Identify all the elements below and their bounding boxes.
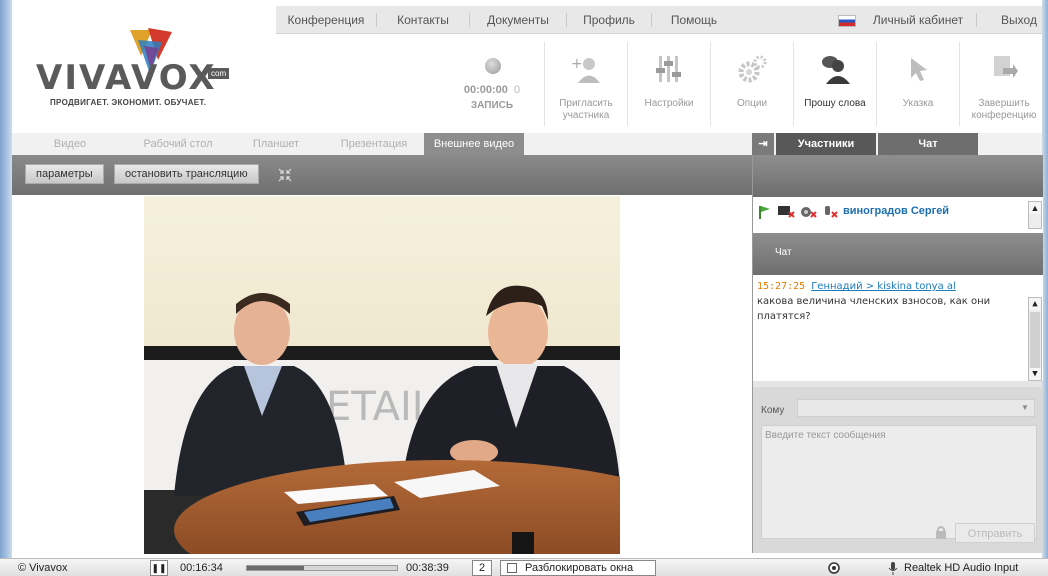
chat-messages: 15:27:25 Геннадий > kiskina tonya al как… <box>753 275 1043 381</box>
chevron-down-icon[interactable]: ▼ <box>1018 402 1032 414</box>
recording-timer: 00:00:00 0 <box>463 84 521 96</box>
window-frame-left <box>0 0 12 558</box>
russia-flag-icon[interactable] <box>838 15 856 27</box>
video-toolbar: параметры остановить трансляцию <box>12 155 752 195</box>
tab-external-video[interactable]: Внешнее видео <box>424 133 524 155</box>
side-tabs: ⇥ Участники Чат <box>752 133 1042 155</box>
cursor-arrow-icon <box>911 58 927 81</box>
nav-profile[interactable]: Профиль <box>567 6 651 34</box>
end-conference-button[interactable]: Завершить конференцию <box>963 44 1045 124</box>
checkbox[interactable] <box>507 563 517 573</box>
unlock-windows-toggle[interactable]: Разблокировать окна <box>500 560 656 576</box>
tab-desktop[interactable]: Рабочий стол <box>128 133 228 155</box>
tab-tablet[interactable]: Планшет <box>228 133 324 155</box>
vivavox-logo: VIVAVOX com ПРОДВИГАЕТ. ЭКОНОМИТ. ОБУЧАЕ… <box>36 26 246 112</box>
recipient-select[interactable]: ▼ <box>797 399 1035 417</box>
participants-header <box>753 155 1043 197</box>
nav-documents[interactable]: Документы <box>470 6 566 34</box>
stop-broadcast-button[interactable]: остановить трансляцию <box>114 164 259 184</box>
exit-icon <box>994 56 1018 78</box>
speaking-user-icon <box>822 56 850 84</box>
chat-message: 15:27:25 Геннадий > kiskina tonya al <box>757 279 1043 294</box>
scroll-up-icon[interactable]: ▲ <box>1029 298 1041 310</box>
message-input[interactable]: Введите текст сообщения <box>761 425 1037 539</box>
playback-progress-bar[interactable] <box>246 565 398 571</box>
side-panel: виноградов Сергей ▲ Чат 15:27:25 Геннади… <box>752 155 1043 553</box>
nav-divider <box>976 13 977 27</box>
parameters-button[interactable]: параметры <box>25 164 104 184</box>
nav-logout[interactable]: Выход <box>988 6 1048 34</box>
pause-icon[interactable]: ❚❚ <box>150 560 168 576</box>
pointer-label: Указка <box>902 98 934 109</box>
options-label: Опции <box>736 98 768 109</box>
settings-label: Настройки <box>644 98 694 109</box>
chat-text-line2: платятся? <box>757 311 811 322</box>
unlock-windows-label: Разблокировать окна <box>525 562 634 574</box>
logo-tagline: ПРОДВИГАЕТ. ЭКОНОМИТ. ОБУЧАЕТ. <box>50 98 207 107</box>
logo-wordmark: VIVAVOX <box>36 58 217 98</box>
invite-participant-button[interactable]: + Пригласить участника <box>545 44 627 124</box>
tab-participants[interactable]: Участники <box>776 133 876 155</box>
end-conference-label: Завершить конференцию <box>971 98 1037 121</box>
tab-presentation[interactable]: Презентация <box>324 133 424 155</box>
top-navigation: Конференция Контакты Документы Профиль П… <box>276 6 1042 34</box>
screen-disabled-icon[interactable] <box>777 205 795 219</box>
nav-contacts[interactable]: Контакты <box>377 6 469 34</box>
tab-chat[interactable]: Чат <box>878 133 978 155</box>
collapse-arrows-icon[interactable] <box>278 168 292 182</box>
microphone-icon <box>888 562 898 575</box>
pointer-button[interactable]: Указка <box>877 44 959 124</box>
ask-word-button[interactable]: Прошу слова <box>794 44 876 124</box>
participants-list: виноградов Сергей ▲ <box>753 197 1043 233</box>
progress-fill <box>247 566 304 570</box>
add-user-icon: + <box>571 56 600 83</box>
options-button[interactable]: Опции <box>711 44 793 124</box>
sliders-icon <box>656 56 681 82</box>
send-button[interactable]: Отправить <box>955 523 1035 543</box>
tab-video[interactable]: Видео <box>12 133 128 155</box>
webcam-disabled-icon[interactable] <box>799 205 817 219</box>
scroll-up-icon[interactable]: ▲ <box>1029 202 1041 214</box>
lock-icon[interactable] <box>935 525 947 539</box>
elapsed-time: 00:16:34 <box>180 562 223 574</box>
chat-route-link[interactable]: Геннадий > kiskina tonya al <box>811 281 956 292</box>
recording-control[interactable]: 00:00:00 0 ЗАПИСЬ <box>452 54 532 124</box>
invite-label: Пригласить участника <box>559 98 613 121</box>
green-flag-icon[interactable] <box>757 205 771 219</box>
record-status-icon[interactable] <box>828 562 840 574</box>
chat-header: Чат <box>753 233 1043 275</box>
gears-icon <box>738 55 767 83</box>
participants-scrollbar[interactable]: ▲ <box>1028 201 1042 229</box>
chat-scrollbar[interactable]: ▲ ▼ <box>1028 297 1042 381</box>
total-time: 00:38:39 <box>406 562 449 574</box>
app-copyright: © Vivavox <box>18 562 68 574</box>
logo-com-badge: com <box>208 68 230 79</box>
chat-header-label: Чат <box>775 247 792 258</box>
compose-area: Кому ▼ Введите текст сообщения Отправить <box>753 387 1043 553</box>
status-bar: © Vivavox ❚❚ 00:16:34 00:38:39 2 Разблок… <box>0 558 1048 576</box>
settings-button[interactable]: Настройки <box>628 44 710 124</box>
ask-word-label: Прошу слова <box>804 98 866 109</box>
toolbar-divider <box>959 42 960 126</box>
chat-text-line1: какова величина членских взносов, как он… <box>757 296 991 307</box>
participant-name[interactable]: виноградов Сергей <box>843 205 949 217</box>
microphone-disabled-icon[interactable] <box>821 205 839 219</box>
collapse-panel-icon[interactable]: ⇥ <box>752 133 774 155</box>
scroll-down-icon[interactable]: ▼ <box>1029 368 1041 380</box>
nav-conference[interactable]: Конференция <box>276 6 376 34</box>
chat-scroll-thumb[interactable] <box>1030 312 1040 368</box>
audio-input-name: Realtek HD Audio Input <box>904 562 1019 574</box>
svg-text:+: + <box>571 56 583 72</box>
nav-personal-cabinet[interactable]: Личный кабинет <box>862 6 974 34</box>
record-dot-icon[interactable] <box>485 58 501 74</box>
chat-time: 15:27:25 <box>757 281 806 292</box>
application-window: { "nav": { "items": ["Конференция","Конт… <box>0 0 1048 576</box>
recipient-label: Кому <box>761 405 785 416</box>
external-video-frame: ETAIL.R <box>144 196 620 554</box>
content-tabs: Видео Рабочий стол Планшет Презентация В… <box>12 133 752 155</box>
video-scene-image: ETAIL.R <box>144 196 620 554</box>
page-counter[interactable]: 2 <box>472 560 492 576</box>
nav-help[interactable]: Помощь <box>652 6 736 34</box>
recording-label: ЗАПИСЬ <box>470 100 514 111</box>
